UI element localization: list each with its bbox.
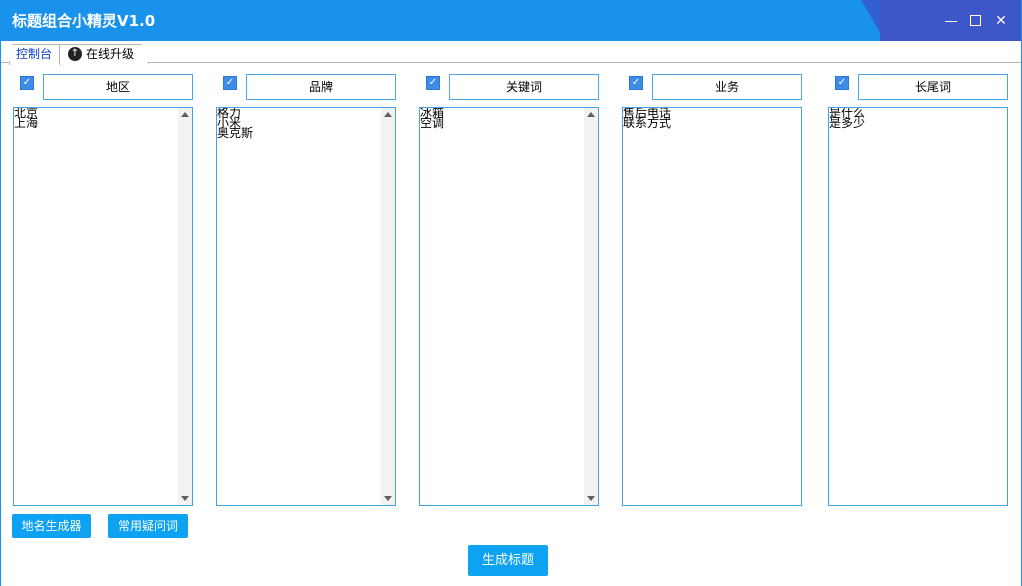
arrow-up-circle-icon: ↑ <box>68 47 82 61</box>
column-checkbox[interactable]: ✓ <box>426 76 440 90</box>
column-header-field[interactable]: 品牌 <box>246 74 396 100</box>
vertical-scrollbar[interactable] <box>381 108 395 505</box>
text-line: 上海 <box>14 116 39 130</box>
column-checkbox[interactable]: ✓ <box>629 76 643 90</box>
scroll-up-arrow-icon[interactable] <box>384 112 392 117</box>
title-bar[interactable]: 标题组合小精灵V1.0 ✕ <box>1 0 1021 41</box>
column-header-field[interactable]: 关键词 <box>449 74 599 100</box>
maximize-button[interactable] <box>965 10 987 32</box>
tab-console[interactable]: 控制台 <box>9 44 61 65</box>
column-textarea[interactable]: 是什么 是多少 <box>828 107 1008 506</box>
scroll-up-arrow-icon[interactable] <box>587 112 595 117</box>
window-title: 标题组合小精灵V1.0 <box>12 12 156 30</box>
minimize-icon <box>945 21 957 22</box>
checkmark-icon: ✓ <box>631 77 641 88</box>
checkmark-icon: ✓ <box>837 77 847 88</box>
checkmark-icon: ✓ <box>22 77 32 88</box>
column-1: ✓ 品牌格力 小米 奥克斯 <box>216 72 398 508</box>
text-line: 奥克斯 <box>217 126 254 140</box>
place-generator-button[interactable]: 地名生成器 <box>12 514 91 538</box>
textarea-content: 冰箱 空调 <box>420 108 445 130</box>
text-line: 空调 <box>420 116 445 130</box>
column-textarea[interactable]: 售后电话 联系方式 <box>622 107 802 506</box>
text-line: 联系方式 <box>623 116 672 130</box>
scroll-down-arrow-icon[interactable] <box>384 496 392 501</box>
tab-online-upgrade[interactable]: ↑ 在线升级 <box>59 44 149 64</box>
column-textarea[interactable]: 格力 小米 奥克斯 <box>216 107 396 506</box>
generate-titles-button[interactable]: 生成标题 <box>468 545 548 576</box>
tab-console-label: 控制台 <box>16 47 53 61</box>
close-button[interactable]: ✕ <box>990 10 1012 32</box>
column-header-field[interactable]: 长尾词 <box>858 74 1008 100</box>
column-3: ✓ 业务售后电话 联系方式 <box>622 72 804 508</box>
column-textarea[interactable]: 北京 上海 <box>13 107 193 506</box>
common-questions-button[interactable]: 常用疑问词 <box>108 514 188 538</box>
scroll-down-arrow-icon[interactable] <box>181 496 189 501</box>
app-window: 标题组合小精灵V1.0 ✕ 控制台 ↑ 在线升级 ✓ 地区 北京 上海 ✓ 品牌格力 小米奥… <box>0 0 1022 586</box>
vertical-scrollbar[interactable] <box>584 108 598 505</box>
textarea-content: 格力 小米 奥克斯 <box>217 108 254 140</box>
textarea-content: 售后电话 联系方式 <box>623 108 672 130</box>
textarea-content: 北京 上海 <box>14 108 39 130</box>
column-header-field[interactable]: 业务 <box>652 74 802 100</box>
column-checkbox[interactable]: ✓ <box>20 76 34 90</box>
checkmark-icon: ✓ <box>428 77 438 88</box>
column-header-field[interactable]: 地区 <box>43 74 193 100</box>
text-line: 是多少 <box>829 116 866 130</box>
column-0: ✓ 地区 北京 上海 <box>13 72 195 508</box>
minimize-button[interactable] <box>940 10 962 32</box>
maximize-icon <box>970 15 981 26</box>
scroll-up-arrow-icon[interactable] <box>181 112 189 117</box>
tab-online-upgrade-label: 在线升级 <box>86 47 135 61</box>
column-textarea[interactable]: 冰箱 空调 <box>419 107 599 506</box>
column-4: ✓ 长尾词是什么 是多少 <box>828 72 1010 508</box>
scroll-down-arrow-icon[interactable] <box>587 496 595 501</box>
tab-strip: 控制台 ↑ 在线升级 <box>1 41 1021 65</box>
column-checkbox[interactable]: ✓ <box>835 76 849 90</box>
column-2: ✓ 关键词 冰箱 空调 <box>419 72 601 508</box>
checkmark-icon: ✓ <box>225 77 235 88</box>
vertical-scrollbar[interactable] <box>178 108 192 505</box>
textarea-content: 是什么 是多少 <box>829 108 866 130</box>
close-icon: ✕ <box>995 13 1007 29</box>
column-checkbox[interactable]: ✓ <box>223 76 237 90</box>
